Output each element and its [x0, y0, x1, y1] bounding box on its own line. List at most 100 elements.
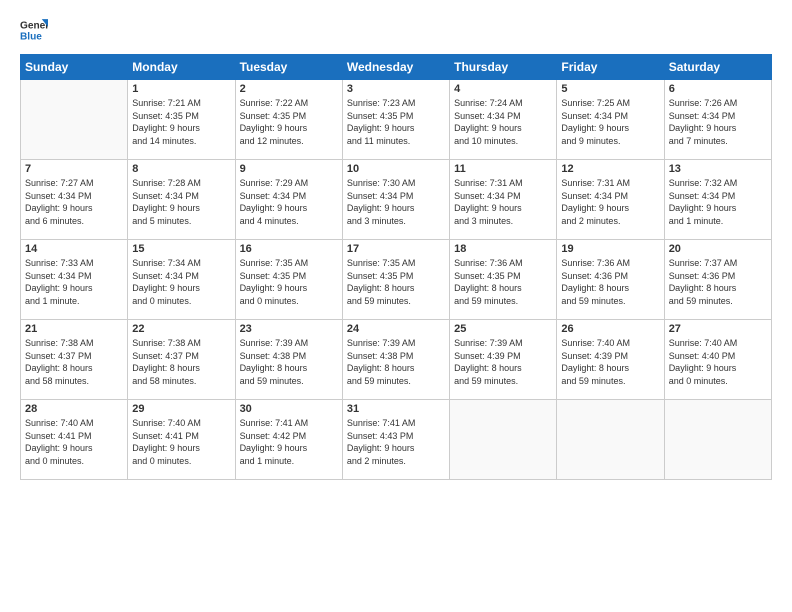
weekday-wednesday: Wednesday: [342, 55, 449, 80]
day-info: Sunrise: 7:28 AM Sunset: 4:34 PM Dayligh…: [132, 177, 230, 227]
day-number: 4: [454, 83, 552, 95]
calendar-cell: 22Sunrise: 7:38 AM Sunset: 4:37 PM Dayli…: [128, 320, 235, 400]
day-number: 25: [454, 323, 552, 335]
day-number: 7: [25, 163, 123, 175]
day-info: Sunrise: 7:34 AM Sunset: 4:34 PM Dayligh…: [132, 257, 230, 307]
day-info: Sunrise: 7:40 AM Sunset: 4:41 PM Dayligh…: [132, 417, 230, 467]
weekday-sunday: Sunday: [21, 55, 128, 80]
day-info: Sunrise: 7:39 AM Sunset: 4:39 PM Dayligh…: [454, 337, 552, 387]
day-info: Sunrise: 7:22 AM Sunset: 4:35 PM Dayligh…: [240, 97, 338, 147]
day-number: 17: [347, 243, 445, 255]
weekday-monday: Monday: [128, 55, 235, 80]
week-row-3: 14 Sunrise: 7:33 AM Sunset: 4:34 PM Dayli…: [21, 240, 772, 320]
day-number: 16: [240, 243, 338, 255]
calendar-cell: 28Sunrise: 7:40 AM Sunset: 4:41 PM Dayli…: [21, 400, 128, 480]
calendar-cell: 26 Sunrise: 7:40 AM Sunset: 4:39 PM Dayli…: [557, 320, 664, 400]
header: General Blue: [20, 16, 772, 44]
day-info: Sunrise: 7:24 AM Sunset: 4:34 PM Dayligh…: [454, 97, 552, 147]
day-number: 23: [240, 323, 338, 335]
day-info: Sunrise: 7:39 AM Sunset: 4:38 PM Dayligh…: [347, 337, 445, 387]
day-number: 9: [240, 163, 338, 175]
day-info: Sunrise: 7:30 AM Sunset: 4:34 PM Dayligh…: [347, 177, 445, 227]
day-number: 31: [347, 403, 445, 415]
day-number: 3: [347, 83, 445, 95]
calendar-cell: 6Sunrise: 7:26 AM Sunset: 4:34 PM Daylig…: [664, 80, 771, 160]
calendar-cell: [450, 400, 557, 480]
day-number: 1: [132, 83, 230, 95]
calendar-cell: 10 Sunrise: 7:30 AM Sunset: 4:34 PM Dayli…: [342, 160, 449, 240]
week-row-5: 28Sunrise: 7:40 AM Sunset: 4:41 PM Dayli…: [21, 400, 772, 480]
calendar-cell: 4 Sunrise: 7:24 AM Sunset: 4:34 PM Daylig…: [450, 80, 557, 160]
weekday-thursday: Thursday: [450, 55, 557, 80]
day-info: Sunrise: 7:27 AM Sunset: 4:34 PM Dayligh…: [25, 177, 123, 227]
day-number: 29: [132, 403, 230, 415]
day-number: 30: [240, 403, 338, 415]
weekday-tuesday: Tuesday: [235, 55, 342, 80]
day-number: 26: [561, 323, 659, 335]
day-info: Sunrise: 7:33 AM Sunset: 4:34 PM Dayligh…: [25, 257, 123, 307]
calendar-cell: 5 Sunrise: 7:25 AM Sunset: 4:34 PM Daylig…: [557, 80, 664, 160]
week-row-2: 7 Sunrise: 7:27 AM Sunset: 4:34 PM Daylig…: [21, 160, 772, 240]
calendar-cell: 21Sunrise: 7:38 AM Sunset: 4:37 PM Dayli…: [21, 320, 128, 400]
day-info: Sunrise: 7:21 AM Sunset: 4:35 PM Dayligh…: [132, 97, 230, 147]
weekday-saturday: Saturday: [664, 55, 771, 80]
weekday-header-row: SundayMondayTuesdayWednesdayThursdayFrid…: [21, 55, 772, 80]
svg-text:General: General: [20, 20, 48, 31]
calendar-cell: 2Sunrise: 7:22 AM Sunset: 4:35 PM Daylig…: [235, 80, 342, 160]
calendar-cell: 11 Sunrise: 7:31 AM Sunset: 4:34 PM Dayli…: [450, 160, 557, 240]
day-info: Sunrise: 7:40 AM Sunset: 4:41 PM Dayligh…: [25, 417, 123, 467]
calendar-table: SundayMondayTuesdayWednesdayThursdayFrid…: [20, 54, 772, 480]
logo: General Blue: [20, 16, 54, 44]
week-row-1: 1 Sunrise: 7:21 AM Sunset: 4:35 PM Daylig…: [21, 80, 772, 160]
day-info: Sunrise: 7:36 AM Sunset: 4:36 PM Dayligh…: [561, 257, 659, 307]
calendar-cell: 7 Sunrise: 7:27 AM Sunset: 4:34 PM Daylig…: [21, 160, 128, 240]
day-info: Sunrise: 7:31 AM Sunset: 4:34 PM Dayligh…: [561, 177, 659, 227]
week-row-4: 21Sunrise: 7:38 AM Sunset: 4:37 PM Dayli…: [21, 320, 772, 400]
calendar-cell: 8Sunrise: 7:28 AM Sunset: 4:34 PM Daylig…: [128, 160, 235, 240]
day-info: Sunrise: 7:39 AM Sunset: 4:38 PM Dayligh…: [240, 337, 338, 387]
day-info: Sunrise: 7:40 AM Sunset: 4:40 PM Dayligh…: [669, 337, 767, 387]
day-info: Sunrise: 7:37 AM Sunset: 4:36 PM Dayligh…: [669, 257, 767, 307]
day-info: Sunrise: 7:36 AM Sunset: 4:35 PM Dayligh…: [454, 257, 552, 307]
day-info: Sunrise: 7:40 AM Sunset: 4:39 PM Dayligh…: [561, 337, 659, 387]
calendar-cell: 18 Sunrise: 7:36 AM Sunset: 4:35 PM Dayli…: [450, 240, 557, 320]
page-container: General Blue SundayMondayTuesdayWednesda…: [0, 0, 792, 490]
day-number: 19: [561, 243, 659, 255]
day-info: Sunrise: 7:23 AM Sunset: 4:35 PM Dayligh…: [347, 97, 445, 147]
day-info: Sunrise: 7:38 AM Sunset: 4:37 PM Dayligh…: [25, 337, 123, 387]
day-info: Sunrise: 7:26 AM Sunset: 4:34 PM Dayligh…: [669, 97, 767, 147]
day-info: Sunrise: 7:35 AM Sunset: 4:35 PM Dayligh…: [347, 257, 445, 307]
day-number: 20: [669, 243, 767, 255]
day-number: 5: [561, 83, 659, 95]
calendar-cell: 24 Sunrise: 7:39 AM Sunset: 4:38 PM Dayli…: [342, 320, 449, 400]
calendar-cell: 29 Sunrise: 7:40 AM Sunset: 4:41 PM Dayli…: [128, 400, 235, 480]
day-number: 10: [347, 163, 445, 175]
day-number: 12: [561, 163, 659, 175]
calendar-cell: 16 Sunrise: 7:35 AM Sunset: 4:35 PM Dayli…: [235, 240, 342, 320]
day-number: 27: [669, 323, 767, 335]
calendar-cell: 19 Sunrise: 7:36 AM Sunset: 4:36 PM Dayli…: [557, 240, 664, 320]
day-number: 14: [25, 243, 123, 255]
calendar-cell: 14 Sunrise: 7:33 AM Sunset: 4:34 PM Dayli…: [21, 240, 128, 320]
day-info: Sunrise: 7:38 AM Sunset: 4:37 PM Dayligh…: [132, 337, 230, 387]
day-info: Sunrise: 7:25 AM Sunset: 4:34 PM Dayligh…: [561, 97, 659, 147]
day-number: 13: [669, 163, 767, 175]
day-number: 18: [454, 243, 552, 255]
svg-text:Blue: Blue: [20, 31, 42, 42]
day-number: 24: [347, 323, 445, 335]
calendar-cell: 31 Sunrise: 7:41 AM Sunset: 4:43 PM Dayli…: [342, 400, 449, 480]
day-info: Sunrise: 7:41 AM Sunset: 4:43 PM Dayligh…: [347, 417, 445, 467]
day-number: 11: [454, 163, 552, 175]
calendar-cell: 27 Sunrise: 7:40 AM Sunset: 4:40 PM Dayli…: [664, 320, 771, 400]
day-info: Sunrise: 7:29 AM Sunset: 4:34 PM Dayligh…: [240, 177, 338, 227]
calendar-cell: 17 Sunrise: 7:35 AM Sunset: 4:35 PM Dayli…: [342, 240, 449, 320]
calendar-cell: [557, 400, 664, 480]
calendar-cell: 20 Sunrise: 7:37 AM Sunset: 4:36 PM Dayli…: [664, 240, 771, 320]
weekday-friday: Friday: [557, 55, 664, 80]
calendar-cell: 30Sunrise: 7:41 AM Sunset: 4:42 PM Dayli…: [235, 400, 342, 480]
day-info: Sunrise: 7:31 AM Sunset: 4:34 PM Dayligh…: [454, 177, 552, 227]
day-info: Sunrise: 7:35 AM Sunset: 4:35 PM Dayligh…: [240, 257, 338, 307]
calendar-cell: 13Sunrise: 7:32 AM Sunset: 4:34 PM Dayli…: [664, 160, 771, 240]
calendar-cell: 12 Sunrise: 7:31 AM Sunset: 4:34 PM Dayli…: [557, 160, 664, 240]
calendar-cell: 1 Sunrise: 7:21 AM Sunset: 4:35 PM Daylig…: [128, 80, 235, 160]
